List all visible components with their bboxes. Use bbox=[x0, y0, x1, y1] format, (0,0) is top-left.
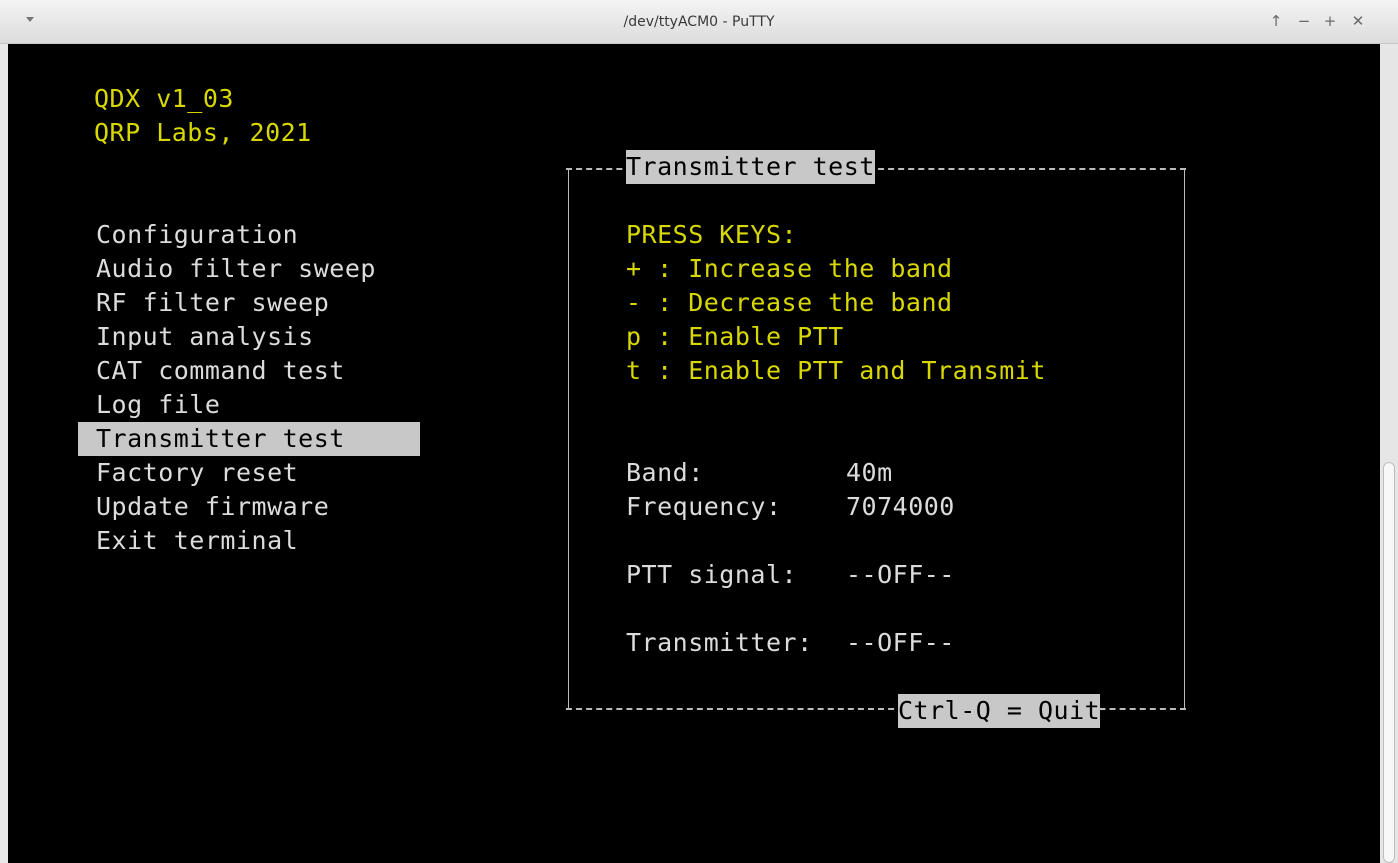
scrollbar-thumb[interactable] bbox=[1383, 462, 1395, 863]
transmitter-label: Transmitter: bbox=[626, 628, 813, 657]
menu-item-log-file[interactable]: Log file bbox=[96, 388, 220, 422]
band-label: Band: bbox=[626, 458, 704, 487]
band-value: 40m bbox=[846, 458, 893, 487]
menu-item-rf-filter-sweep[interactable]: RF filter sweep bbox=[96, 286, 329, 320]
firmware-version: QDX v1_03 bbox=[94, 84, 234, 113]
key-hint-decrease-band: - : Decrease the band bbox=[626, 288, 953, 317]
menu-item-factory-reset[interactable]: Factory reset bbox=[96, 456, 298, 490]
key-hint-increase-band: + : Increase the band bbox=[626, 254, 953, 283]
terminal-screen[interactable]: QDX v1_03 QRP Labs, 2021 Configuration A… bbox=[8, 44, 1380, 863]
quit-hint: Ctrl-Q = Quit bbox=[898, 694, 1101, 728]
keys-heading: PRESS KEYS: bbox=[626, 220, 798, 249]
menu-item-exit-terminal[interactable]: Exit terminal bbox=[96, 524, 298, 558]
panel-right-border bbox=[1184, 168, 1185, 708]
key-hint-enable-ptt: p : Enable PTT bbox=[626, 322, 844, 351]
frequency-label: Frequency: bbox=[626, 492, 782, 521]
menu-item-input-analysis[interactable]: Input analysis bbox=[96, 320, 314, 354]
menu-item-audio-filter-sweep[interactable]: Audio filter sweep bbox=[96, 252, 376, 286]
window-titlebar: /dev/ttyACM0 - PuTTY ↑ − + ✕ bbox=[0, 0, 1398, 44]
panel-left-border bbox=[568, 168, 569, 708]
vertical-scrollbar[interactable] bbox=[1380, 44, 1398, 863]
transmitter-status: --OFF-- bbox=[846, 628, 955, 657]
window-close-button[interactable]: ✕ bbox=[1350, 12, 1366, 30]
ptt-signal-label: PTT signal: bbox=[626, 560, 798, 589]
window-maximize-button[interactable]: + bbox=[1322, 12, 1338, 30]
window-minimize-button[interactable]: − bbox=[1296, 12, 1312, 30]
menu-item-update-firmware[interactable]: Update firmware bbox=[96, 490, 329, 524]
copyright-line: QRP Labs, 2021 bbox=[94, 118, 312, 147]
menu-item-cat-command-test[interactable]: CAT command test bbox=[96, 354, 345, 388]
window-up-button[interactable]: ↑ bbox=[1268, 12, 1284, 30]
key-hint-transmit: t : Enable PTT and Transmit bbox=[626, 356, 1046, 385]
menu-item-configuration[interactable]: Configuration bbox=[96, 218, 298, 252]
panel-title: Transmitter test bbox=[626, 150, 875, 184]
frequency-value: 7074000 bbox=[846, 492, 955, 521]
menu-item-transmitter-test[interactable]: Transmitter test bbox=[96, 422, 345, 456]
window-title: /dev/ttyACM0 - PuTTY bbox=[623, 14, 775, 30]
ptt-signal-status: --OFF-- bbox=[846, 560, 955, 589]
